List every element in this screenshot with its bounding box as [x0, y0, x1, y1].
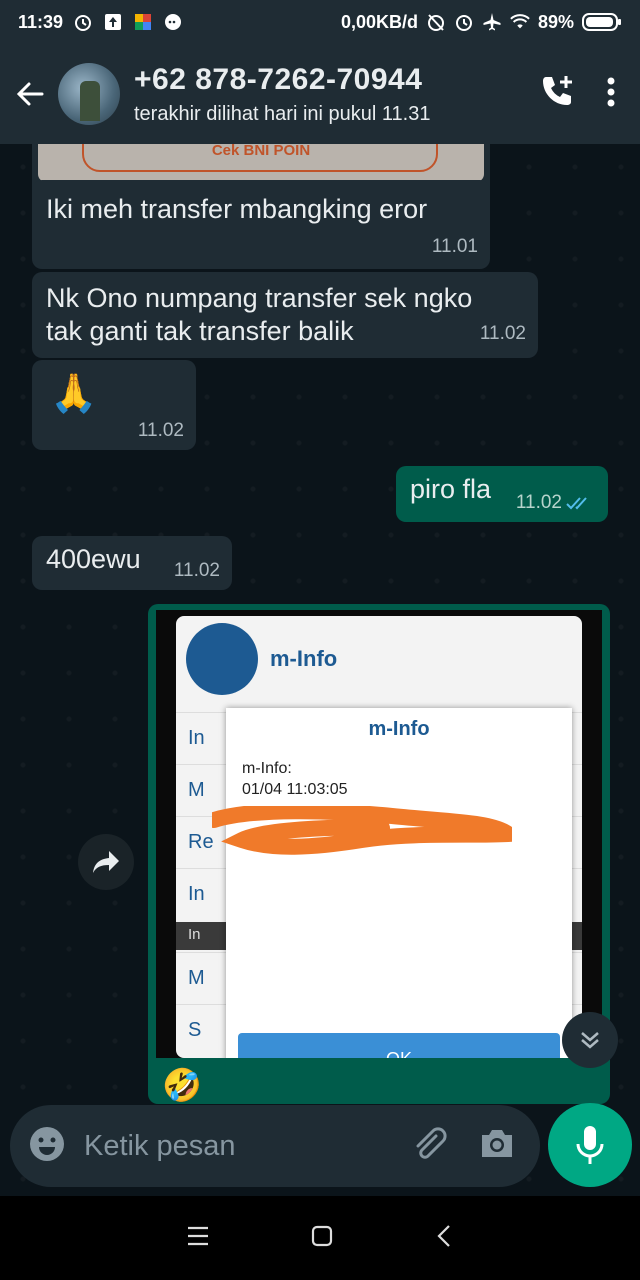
forward-icon [93, 851, 119, 873]
chat-bubble-icon [163, 12, 183, 32]
phone-add-icon [543, 75, 572, 105]
back-button[interactable] [2, 66, 58, 122]
upload-icon [103, 12, 123, 32]
attach-button[interactable] [408, 1124, 448, 1169]
image-screenshot[interactable]: m-Info In M Re In In M S m-Info m-Info: … [156, 610, 602, 1058]
wifi-icon [510, 12, 530, 32]
app-notification-icon [133, 12, 153, 32]
contact-info[interactable]: +62 878-7262-70944 terakhir dilihat hari… [134, 63, 430, 126]
caption-emoji: 🤣 [162, 1067, 202, 1103]
system-nav-bar [0, 1196, 640, 1280]
message-bubble-in[interactable]: Iki meh transfer mbangking eror 11.01 [32, 180, 490, 266]
battery-icon [582, 12, 622, 32]
menu-item-partial: M [188, 967, 205, 989]
square-icon [311, 1225, 333, 1246]
screenshot-app-screen: m-Info In M Re In In M S m-Info m-Info: … [176, 616, 582, 1058]
chevron-left-icon [437, 1224, 450, 1247]
airplane-icon [482, 12, 502, 32]
message-bubble-in[interactable]: Nk Ono numpang transfer sek ngko tak gan… [32, 272, 538, 358]
dialog-ok-button: OK [238, 1033, 560, 1058]
dialog-line: m-Info: [242, 760, 292, 777]
menu-item-partial: M [188, 779, 205, 801]
message-bubble-out[interactable]: piro fla 11.02 [396, 466, 608, 522]
promo-label: Cek BNI POIN [211, 144, 311, 159]
recents-button[interactable] [186, 1225, 210, 1252]
menu-item-partial: In [188, 883, 205, 905]
message-composer: Ketik pesan [10, 1105, 540, 1187]
bank-logo [186, 623, 258, 695]
paperclip-icon [416, 1126, 447, 1159]
message-time: 11.02 [173, 560, 220, 581]
message-time: 11.02 [479, 323, 526, 344]
avatar[interactable] [58, 63, 120, 125]
image-thumbnail: Cek BNI POIN [38, 144, 484, 182]
dialog-title: m-Info [368, 718, 430, 740]
camera-button[interactable] [478, 1127, 516, 1166]
chat-area[interactable]: Cek BNI POIN Iki meh transfer mbangking … [0, 144, 640, 1196]
message-text: 400ewu [46, 544, 141, 574]
message-text: Iki meh transfer mbangking eror [46, 194, 428, 224]
last-seen: terakhir dilihat hari ini pukul 11.31 [134, 102, 431, 125]
alarm-icon [73, 12, 93, 32]
menu-item-partial: Re [188, 831, 214, 853]
message-text-line: tak ganti tak transfer balik [46, 316, 354, 346]
back-nav-button[interactable] [434, 1223, 454, 1254]
kebab-menu-icon [607, 77, 615, 106]
message-time: 11.01 [431, 236, 478, 257]
pray-emoji: 🙏 [50, 373, 98, 415]
double-chevron-down-icon [581, 1032, 599, 1049]
home-button[interactable] [310, 1224, 334, 1253]
forward-button[interactable] [78, 834, 134, 890]
message-input[interactable]: Ketik pesan [84, 1130, 236, 1163]
network-speed: 0,00KB/d [340, 11, 418, 32]
alarm-icon [454, 12, 474, 32]
menu-item-partial: In [188, 727, 205, 749]
redaction-scribble [212, 806, 512, 855]
message-bubble-in[interactable]: 400ewu 11.02 [32, 536, 232, 590]
alarm-off-icon [426, 12, 446, 32]
camera-icon [482, 1129, 512, 1157]
message-bubble-in[interactable]: 🙏 11.02 [32, 360, 196, 450]
screenshot-dialog: m-Info m-Info: 01/04 11:03:05 OK [212, 708, 572, 1058]
menu-lines-icon [188, 1226, 208, 1245]
smiley-icon [30, 1126, 64, 1161]
scroll-to-bottom-button[interactable] [562, 1012, 618, 1068]
emoji-button[interactable] [28, 1125, 66, 1168]
voice-call-button[interactable] [538, 73, 576, 116]
voice-record-button[interactable] [548, 1103, 632, 1187]
contact-name: +62 878-7262-70944 [134, 62, 423, 96]
message-text-line: Nk Ono numpang transfer sek ngko [46, 283, 473, 313]
more-options-button[interactable] [606, 76, 616, 113]
screenshot-app-title: m-Info [270, 646, 338, 671]
chat-header: +62 878-7262-70944 terakhir dilihat hari… [0, 44, 640, 144]
dialog-timestamp: 01/04 11:03:05 [242, 781, 348, 798]
status-bar: 11:39 0,00KB/d 89% [0, 0, 640, 44]
microphone-icon [576, 1126, 604, 1164]
arrow-back-icon [16, 82, 44, 106]
menu-item-partial: S [188, 1019, 202, 1041]
message-time: 11.02 [137, 420, 184, 441]
double-check-icon [566, 497, 587, 510]
message-time: 11.02 [515, 492, 562, 513]
battery-percent: 89% [537, 11, 574, 32]
message-text: piro fla [410, 474, 492, 504]
status-time: 11:39 [18, 11, 64, 32]
